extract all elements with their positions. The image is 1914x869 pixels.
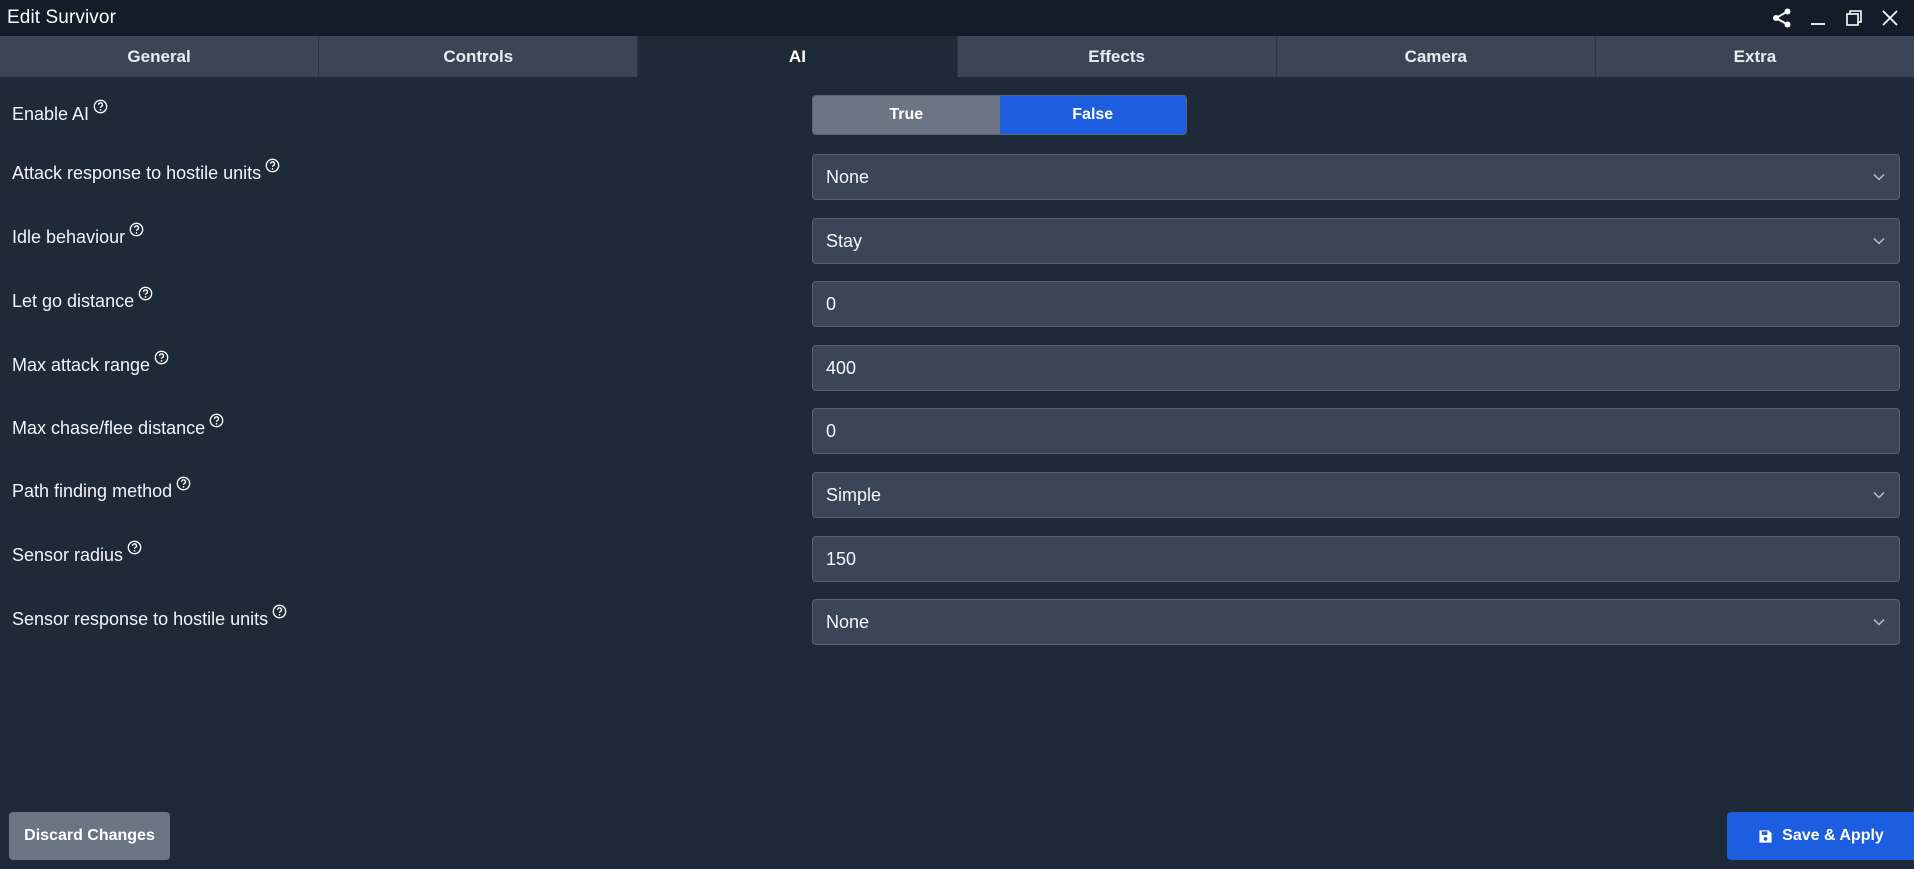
field-label: Let go distance (12, 286, 153, 312)
input-value: 150 (826, 548, 857, 569)
save-button-group: Save & Apply (1727, 812, 1914, 860)
field-label: Max chase/flee distance (12, 413, 224, 439)
max-chase-flee-label: Max chase/flee distance (12, 418, 206, 438)
tab-bar: General Controls AI Effects Camera Extra (0, 36, 1914, 77)
help-icon[interactable] (272, 604, 287, 619)
field-path-finding-method: Path finding method Simple (0, 472, 1914, 518)
sensor-radius-label: Sensor radius (12, 545, 124, 565)
help-icon[interactable] (127, 540, 142, 555)
help-icon[interactable] (176, 476, 191, 491)
max-attack-range-label: Max attack range (12, 355, 151, 375)
field-enable-ai: Enable AI True False (0, 77, 1914, 137)
sensor-radius-input[interactable]: 150 (812, 536, 1900, 582)
path-finding-label: Path finding method (12, 481, 173, 501)
sensor-response-select[interactable]: None (812, 599, 1900, 645)
sensor-response-label: Sensor response to hostile units (12, 609, 269, 629)
let-go-distance-label: Let go distance (12, 291, 135, 311)
help-icon[interactable] (154, 350, 169, 365)
field-label: Sensor response to hostile units (12, 604, 287, 630)
chevron-down-icon (1873, 173, 1885, 181)
window-controls (1766, 2, 1906, 34)
field-let-go-distance: Let go distance 0 (0, 281, 1914, 327)
select-value: None (826, 611, 870, 632)
save-apply-label: Save & Apply (1782, 827, 1884, 844)
tab-effects[interactable]: Effects (958, 36, 1277, 77)
select-value: Simple (826, 484, 882, 505)
share-icon[interactable] (1766, 2, 1798, 34)
help-icon[interactable] (265, 158, 280, 173)
close-icon[interactable] (1874, 2, 1906, 34)
tab-controls[interactable]: Controls (319, 36, 639, 77)
field-max-attack-range: Max attack range 400 (0, 345, 1914, 391)
field-label: Idle behaviour (12, 222, 144, 248)
field-label: Enable AI (12, 99, 108, 125)
input-value: 0 (826, 420, 837, 441)
chevron-down-icon (1873, 618, 1885, 626)
help-icon[interactable] (129, 222, 144, 237)
chevron-down-icon (1873, 491, 1885, 499)
toggle-false-button[interactable]: False (999, 96, 1186, 134)
tab-general[interactable]: General (0, 36, 320, 77)
help-icon[interactable] (93, 99, 108, 114)
field-max-chase-flee-distance: Max chase/flee distance 0 (0, 408, 1914, 454)
select-value: Stay (826, 230, 863, 251)
title-bar: Edit Survivor (0, 0, 1914, 36)
input-value: 400 (826, 357, 857, 378)
restore-icon[interactable] (1838, 2, 1870, 34)
field-sensor-radius: Sensor radius 150 (0, 536, 1914, 582)
save-apply-button[interactable]: Save & Apply (1727, 812, 1914, 860)
field-idle-behaviour: Idle behaviour Stay (0, 218, 1914, 264)
attack-response-label: Attack response to hostile units (12, 163, 262, 183)
field-sensor-response: Sensor response to hostile units None (0, 599, 1914, 645)
select-value: None (826, 166, 870, 187)
field-label: Attack response to hostile units (12, 158, 280, 184)
field-label: Max attack range (12, 350, 169, 376)
save-icon (1759, 829, 1772, 843)
max-chase-flee-input[interactable]: 0 (812, 408, 1900, 454)
discard-changes-button[interactable]: Discard Changes (9, 812, 170, 860)
idle-behaviour-label: Idle behaviour (12, 227, 126, 247)
field-attack-response: Attack response to hostile units None (0, 154, 1914, 200)
toggle-true-button[interactable]: True (813, 96, 1000, 134)
let-go-distance-input[interactable]: 0 (812, 281, 1900, 327)
enable-ai-toggle: True False (812, 95, 1187, 135)
tab-ai[interactable]: AI (638, 36, 958, 77)
minimize-icon[interactable] (1802, 2, 1834, 34)
attack-response-select[interactable]: None (812, 154, 1900, 200)
idle-behaviour-select[interactable]: Stay (812, 218, 1900, 264)
tab-extra[interactable]: Extra (1596, 36, 1914, 77)
help-icon[interactable] (138, 286, 153, 301)
help-icon[interactable] (209, 413, 224, 428)
path-finding-select[interactable]: Simple (812, 472, 1900, 518)
enable-ai-label: Enable AI (12, 104, 90, 124)
window-title: Edit Survivor (7, 7, 117, 28)
max-attack-range-input[interactable]: 400 (812, 345, 1900, 391)
field-label: Path finding method (12, 476, 191, 502)
field-label: Sensor radius (12, 540, 142, 566)
chevron-down-icon (1873, 237, 1885, 245)
tab-camera[interactable]: Camera (1277, 36, 1596, 77)
input-value: 0 (826, 293, 837, 314)
